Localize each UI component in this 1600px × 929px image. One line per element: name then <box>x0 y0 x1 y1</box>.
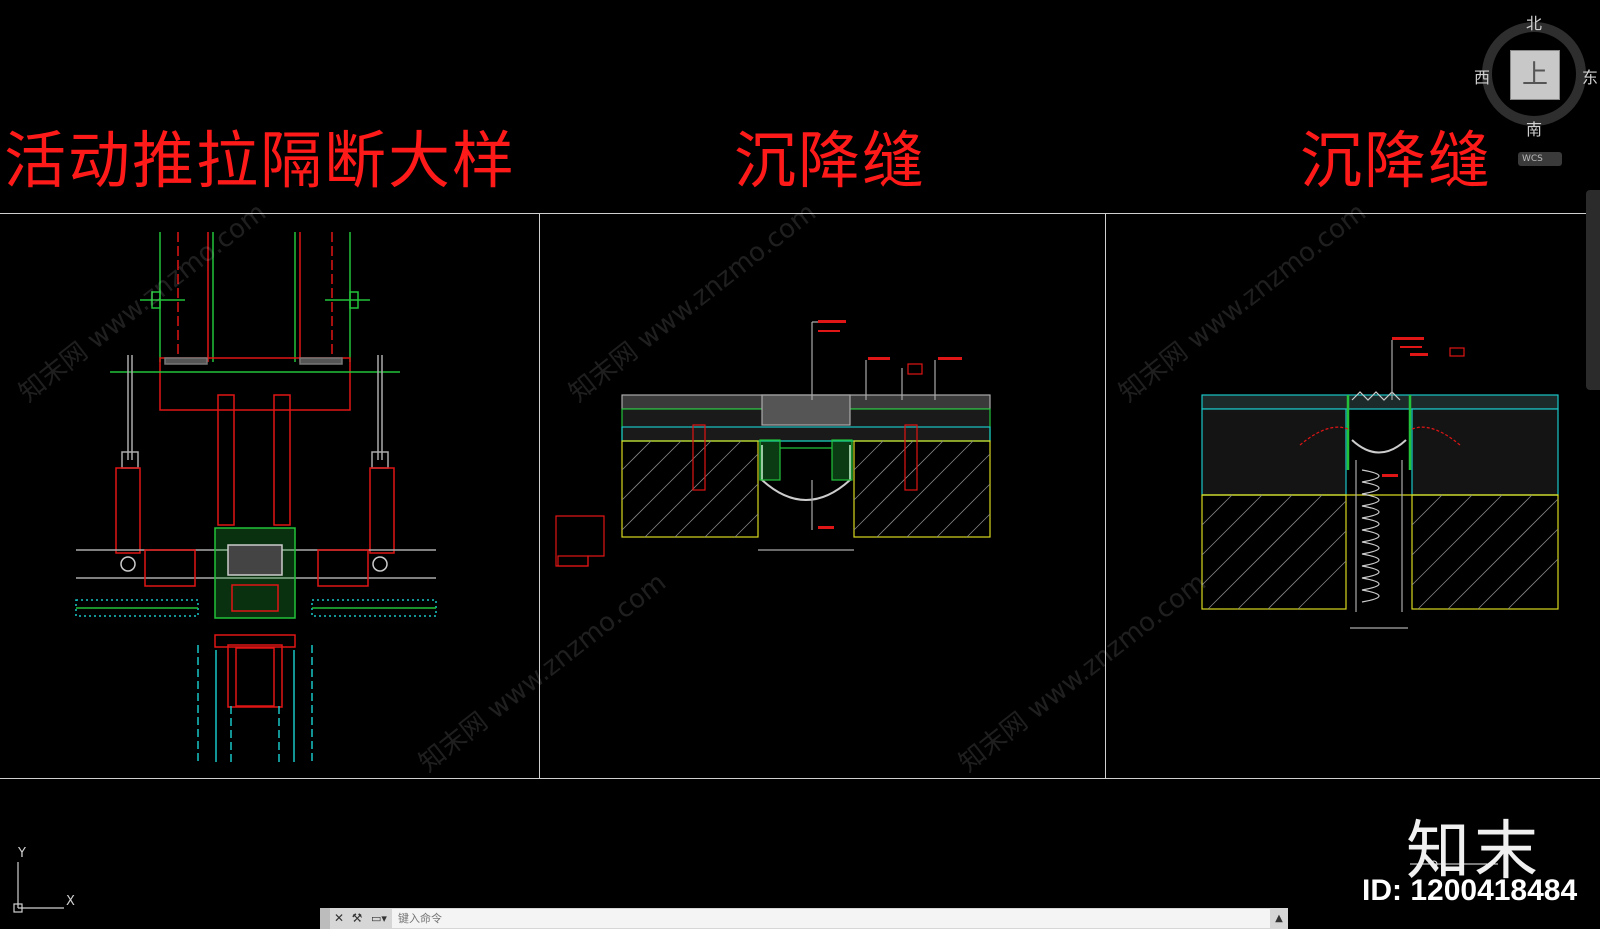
command-line-grip[interactable] <box>320 908 330 929</box>
viewcube-south[interactable]: 南 <box>1526 116 1542 140</box>
close-icon[interactable]: ✕ <box>330 908 348 929</box>
command-line-bar: ✕ ⚒ ▭▾ ▲ <box>320 908 1288 929</box>
viewcube-north[interactable]: 北 <box>1526 10 1542 34</box>
ucs-icon <box>13 862 64 913</box>
viewcube-east[interactable]: 东 <box>1582 64 1598 88</box>
wcs-menu-button[interactable]: WCS <box>1518 152 1562 166</box>
command-input[interactable] <box>392 909 1270 928</box>
command-history-up-icon[interactable]: ▲ <box>1270 913 1288 924</box>
command-prompt-icon[interactable]: ▭▾ <box>366 908 392 929</box>
ucs-x-label: X <box>66 894 75 909</box>
drawing-settlement-joint-right <box>1201 337 1559 629</box>
viewcube[interactable]: 上 北 南 西 东 WCS <box>1474 10 1600 166</box>
ucs-y-label: Y <box>18 846 26 861</box>
viewcube-west[interactable]: 西 <box>1474 64 1490 88</box>
wrench-icon[interactable]: ⚒ <box>348 908 366 929</box>
viewcube-top-face[interactable]: 上 <box>1510 50 1560 100</box>
cad-drawing-canvas[interactable] <box>0 0 1600 929</box>
navigation-bar[interactable] <box>1586 190 1600 390</box>
image-id-label: ID: 1200418484 <box>1362 874 1578 907</box>
